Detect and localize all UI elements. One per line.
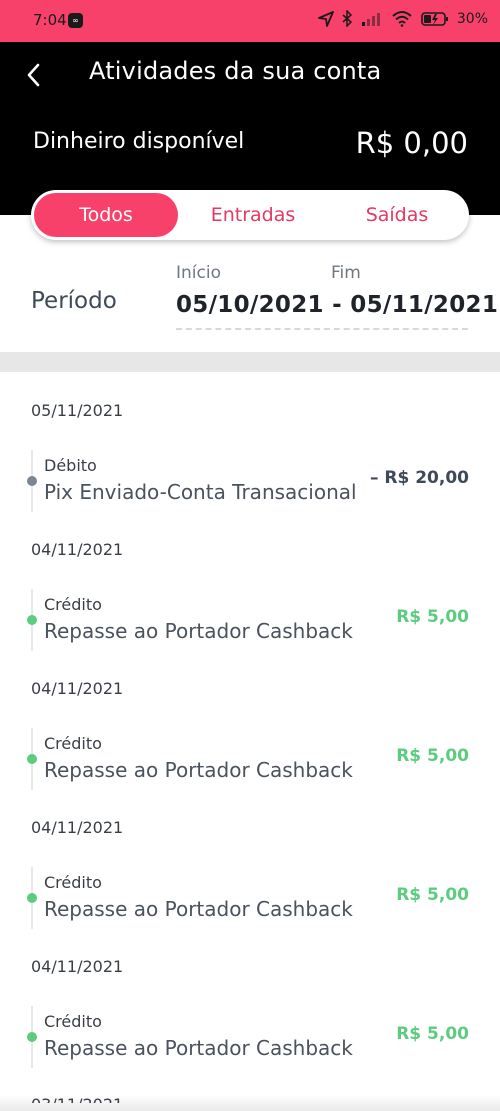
battery-icon bbox=[421, 11, 448, 26]
transaction-item[interactable]: Débito Pix Enviado-Conta Transacional – … bbox=[27, 450, 471, 512]
transaction-type: Crédito bbox=[44, 1012, 102, 1031]
transaction-item[interactable]: Crédito Repasse ao Portador Cashback R$ … bbox=[27, 728, 471, 790]
signal-icon bbox=[361, 12, 380, 26]
date-range-underline bbox=[176, 328, 468, 330]
status-bar: 7:04 ∞ 30% bbox=[0, 0, 500, 42]
credit-dot-icon bbox=[27, 615, 37, 625]
notification-icon: ∞ bbox=[68, 13, 83, 28]
chevron-left-icon bbox=[27, 63, 40, 87]
tab-entradas[interactable]: Entradas bbox=[181, 190, 325, 240]
transaction-description: Repasse ao Portador Cashback bbox=[44, 1036, 353, 1060]
credit-dot-icon bbox=[27, 754, 37, 764]
balance-value: R$ 0,00 bbox=[355, 126, 468, 160]
transaction-description: Repasse ao Portador Cashback bbox=[44, 758, 353, 782]
transaction-type: Débito bbox=[44, 456, 97, 475]
credit-dot-icon bbox=[27, 893, 37, 903]
balance-label: Dinheiro disponível bbox=[33, 129, 245, 154]
wifi-icon bbox=[392, 11, 412, 27]
transaction-amount: R$ 5,00 bbox=[396, 746, 469, 766]
transaction-description: Repasse ao Portador Cashback bbox=[44, 897, 353, 921]
debit-dot-icon bbox=[27, 476, 37, 486]
credit-dot-icon bbox=[27, 1032, 37, 1042]
tab-saidas[interactable]: Saídas bbox=[325, 190, 469, 240]
transaction-type: Crédito bbox=[44, 734, 102, 753]
transaction-description: Repasse ao Portador Cashback bbox=[44, 619, 353, 643]
bluetooth-icon bbox=[342, 10, 352, 27]
date-header: 04/11/2021 bbox=[31, 540, 124, 559]
transaction-amount: R$ 5,00 bbox=[396, 1024, 469, 1044]
transaction-amount: R$ 5,00 bbox=[396, 607, 469, 627]
date-header: 04/11/2021 bbox=[31, 818, 124, 837]
start-date-label: Início bbox=[176, 263, 221, 283]
transaction-type: Crédito bbox=[44, 595, 102, 614]
transaction-description: Pix Enviado-Conta Transacional bbox=[44, 480, 357, 504]
location-arrow-icon bbox=[317, 10, 334, 27]
tab-todos[interactable]: Todos bbox=[34, 193, 178, 237]
date-range-field[interactable]: 05/10/2021 - 05/11/2021 bbox=[176, 292, 498, 318]
transaction-item[interactable]: Crédito Repasse ao Portador Cashback R$ … bbox=[27, 589, 471, 651]
page-title: Atividades da sua conta bbox=[89, 57, 382, 85]
transaction-amount: R$ 5,00 bbox=[396, 885, 469, 905]
transaction-amount: – R$ 20,00 bbox=[369, 468, 469, 488]
status-icons: 30% bbox=[317, 10, 488, 27]
date-header: 05/11/2021 bbox=[31, 401, 124, 420]
transaction-item[interactable]: Crédito Repasse ao Portador Cashback R$ … bbox=[27, 867, 471, 929]
date-header-partial: 03/11/2021 bbox=[31, 1095, 123, 1103]
transaction-item[interactable]: Crédito Repasse ao Portador Cashback R$ … bbox=[27, 1006, 471, 1068]
date-header: 04/11/2021 bbox=[31, 957, 124, 976]
status-time: 7:04 bbox=[33, 11, 67, 29]
filter-tabs: Todos Entradas Saídas bbox=[31, 190, 469, 240]
end-date-label: Fim bbox=[331, 263, 361, 283]
date-header: 04/11/2021 bbox=[31, 679, 124, 698]
transaction-type: Crédito bbox=[44, 873, 102, 892]
battery-percent: 30% bbox=[456, 10, 488, 27]
back-button[interactable] bbox=[20, 58, 46, 92]
period-label: Período bbox=[31, 288, 117, 314]
section-divider bbox=[0, 352, 500, 372]
